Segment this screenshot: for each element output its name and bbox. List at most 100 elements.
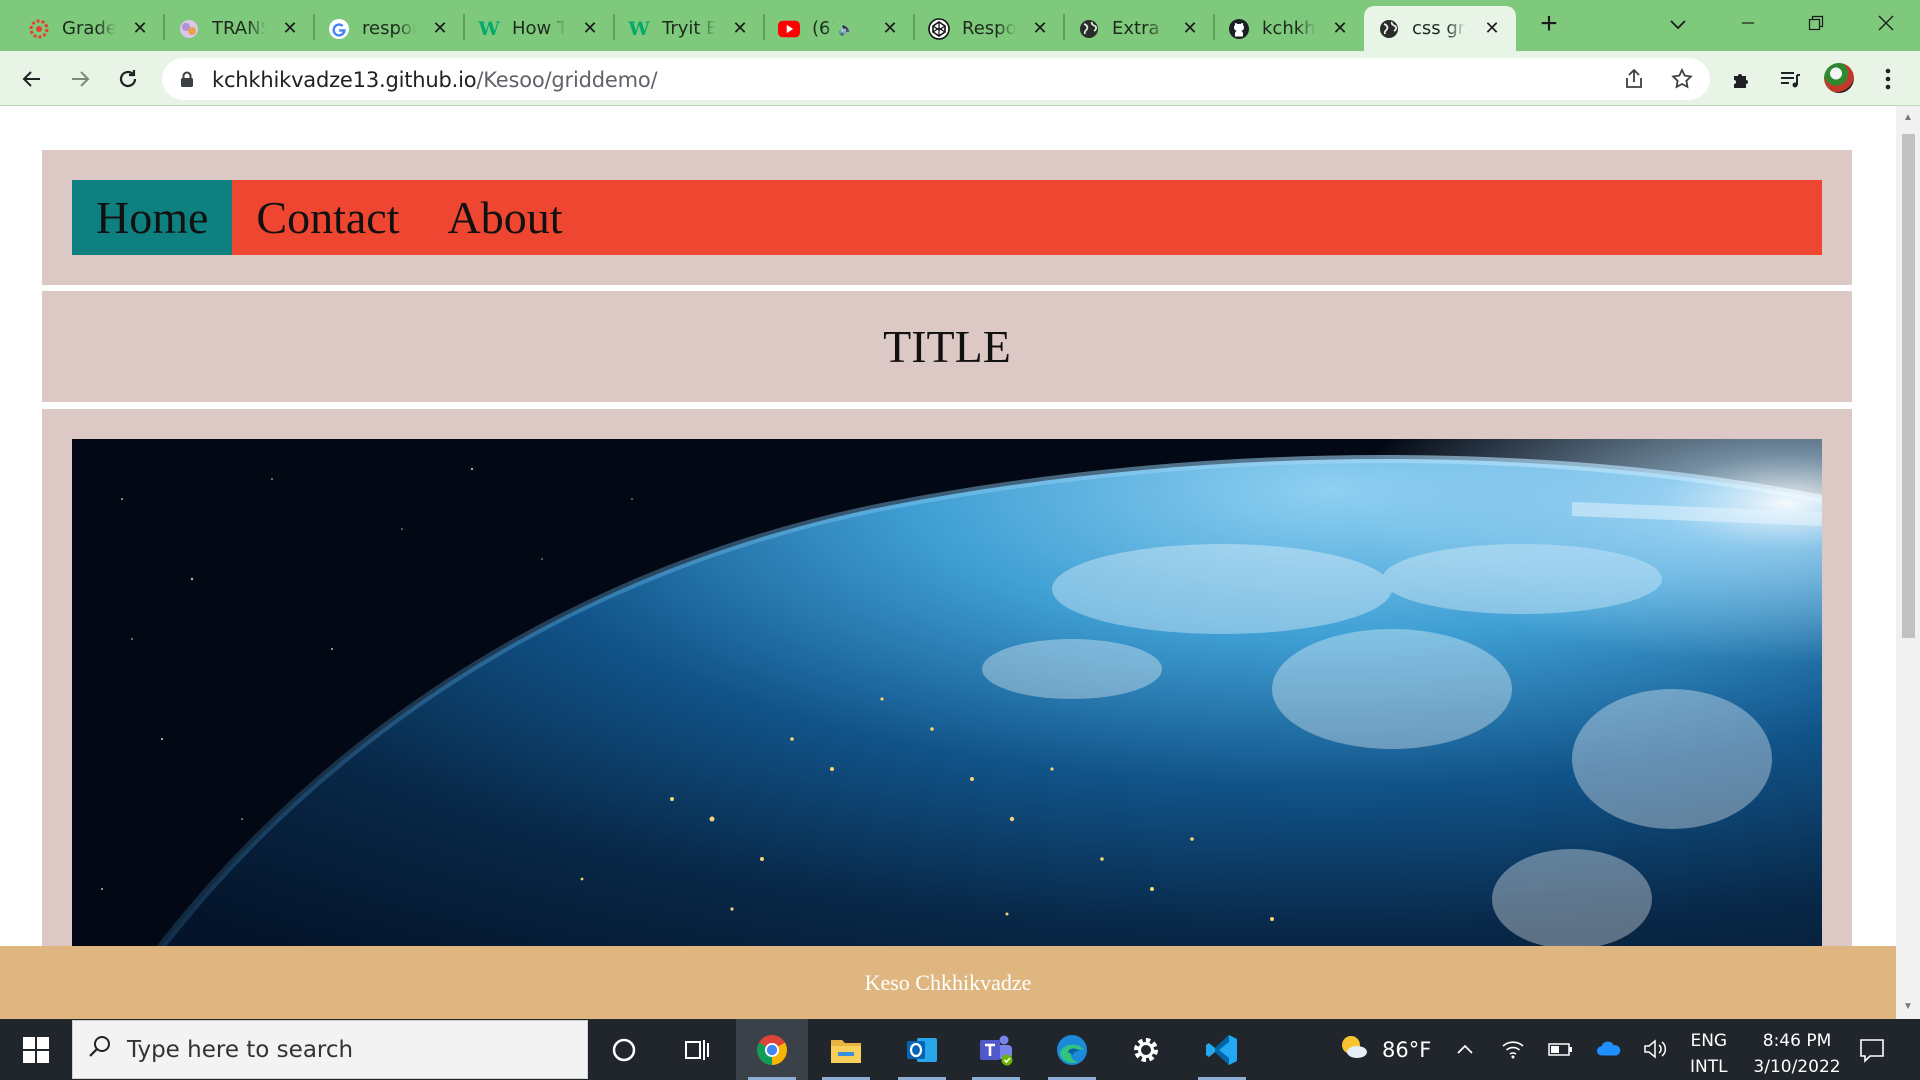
tab-tryit-editor[interactable]: W Tryit Editor ✕ [614,6,764,51]
partly-sunny-icon [1338,1033,1370,1066]
codepen-icon [928,17,950,40]
canvas-icon [28,18,50,40]
title-grid-area: TITLE [42,291,1852,402]
nav-link-home[interactable]: Home [72,180,233,255]
vscode-icon[interactable] [1186,1019,1258,1080]
profile-avatar[interactable] [1824,63,1854,93]
w3schools-icon: W [628,17,650,40]
share-icon[interactable] [1622,67,1646,91]
tab-title: Grades [62,18,116,39]
tab-search-chevron-icon[interactable] [1666,12,1690,36]
close-icon[interactable]: ✕ [880,18,900,38]
settings-gear-icon[interactable] [1110,1019,1182,1080]
tab-youtube[interactable]: (61) 🔈 ✕ [764,6,914,51]
scroll-up-arrow-icon[interactable]: ▲ [1902,112,1914,124]
tab-grades[interactable]: Grades ✕ [14,6,164,51]
media-queue-icon[interactable] [1774,63,1806,95]
extensions-puzzle-icon[interactable] [1726,63,1758,95]
weather-temperature: 86°F [1382,1037,1432,1062]
lang-code: ENG [1690,1031,1728,1051]
nav-link-about[interactable]: About [424,180,587,255]
windows-taskbar: Type here to search 86°F ENG INTL 8:46 P… [0,1019,1920,1080]
youtube-icon [778,18,800,40]
bookmark-star-icon[interactable] [1670,67,1694,91]
close-icon[interactable]: ✕ [130,18,150,38]
clock-date: 3/10/2022 [1753,1057,1841,1077]
tab-title: kchkhikvadze13 [1262,18,1316,39]
menu-kebab-icon[interactable] [1872,63,1904,95]
close-icon[interactable]: ✕ [1482,18,1502,38]
page-scrollbar[interactable]: ▲ ▼ [1896,106,1920,1019]
close-icon[interactable]: ✕ [730,18,750,38]
search-placeholder: Type here to search [127,1036,354,1063]
audio-playing-icon[interactable]: 🔈 [838,21,854,37]
forward-button[interactable] [64,63,96,95]
earth-from-space-image [72,439,1822,1019]
url-text[interactable]: kchkhikvadze13.github.io/Kesoo/griddemo/ [212,68,658,92]
close-icon[interactable]: ✕ [280,18,300,38]
scrollbar-thumb[interactable] [1902,134,1915,638]
edge-icon[interactable] [1036,1019,1108,1080]
browser-toolbar: kchkhikvadze13.github.io/Kesoo/griddemo/ [0,51,1920,106]
chrome-taskbar-icon[interactable] [736,1019,808,1080]
start-button[interactable] [0,1019,72,1080]
system-clock[interactable]: 8:46 PM 3/10/2022 [1742,1028,1852,1080]
tab-codepen[interactable]: Responsive ✕ [914,6,1064,51]
battery-icon[interactable] [1548,1036,1574,1062]
tab-strip: Grades ✕ TRANSLATE ✕ responsive ✕ W How … [0,0,1920,51]
teams-icon[interactable] [960,1019,1032,1080]
nav-grid-area: Home Contact About [42,150,1852,285]
close-icon[interactable]: ✕ [430,18,450,38]
tab-title: (61) [812,18,834,39]
notification-center-icon[interactable] [1858,1036,1886,1064]
tab-title: Responsive [962,18,1016,39]
address-bar[interactable]: kchkhikvadze13.github.io/Kesoo/griddemo/ [162,58,1710,100]
tab-extra-credit[interactable]: Extra Credit ✕ [1064,6,1214,51]
tab-google-responsive[interactable]: responsive ✕ [314,6,464,51]
tab-title: TRANSLATE [212,18,266,39]
close-icon[interactable]: ✕ [1030,18,1050,38]
tab-css-grid[interactable]: css grid ✕ [1364,6,1516,51]
tab-title: Tryit Editor [662,18,716,39]
keyboard-layout: INTL [1690,1057,1728,1077]
close-icon[interactable]: ✕ [1330,18,1350,38]
volume-icon[interactable] [1642,1036,1668,1062]
taskbar-search-box[interactable]: Type here to search [72,1020,588,1079]
google-icon [328,18,350,40]
input-language-indicator[interactable]: ENG INTL [1690,1028,1728,1080]
new-tab-button[interactable]: + [1534,9,1564,40]
page-title: TITLE [883,321,1011,372]
image-grid-area [42,409,1852,1019]
file-explorer-icon[interactable] [810,1019,882,1080]
tab-github[interactable]: kchkhikvadze13 ✕ [1214,6,1364,51]
reload-button[interactable] [112,63,144,95]
close-window-button[interactable] [1858,6,1914,40]
back-button[interactable] [16,63,48,95]
chevron-up-icon[interactable] [1452,1036,1478,1062]
tab-translate[interactable]: TRANSLATE ✕ [164,6,314,51]
tab-how-to[interactable]: W How To ✕ [464,6,614,51]
outlook-icon[interactable] [886,1019,958,1080]
page-footer: Keso Chkhikvadze [0,946,1896,1019]
cortana-button[interactable] [588,1019,660,1080]
w3schools-icon: W [478,17,500,40]
close-icon[interactable]: ✕ [580,18,600,38]
nav-link-contact[interactable]: Contact [232,180,423,255]
footer-author: Keso Chkhikvadze [864,969,1032,995]
minimize-button[interactable] [1720,6,1776,40]
restore-button[interactable] [1788,6,1844,40]
search-icon [87,1034,113,1065]
lock-icon[interactable] [180,71,194,93]
page-viewport: Home Contact About TITLE Keso Chkhikvadz… [0,106,1896,1019]
onedrive-cloud-icon[interactable] [1596,1036,1622,1062]
globe-icon [1378,18,1400,40]
weather-widget[interactable]: 86°F [1338,1019,1431,1080]
github-icon [1228,18,1250,40]
wifi-icon[interactable] [1500,1036,1526,1062]
close-icon[interactable]: ✕ [1180,18,1200,38]
url-path: /Kesoo/griddemo/ [476,68,658,92]
scroll-down-arrow-icon[interactable]: ▼ [1902,1001,1914,1013]
url-host: kchkhikvadze13.github.io [212,68,477,92]
task-view-button[interactable] [660,1019,732,1080]
tab-title: Extra Credit [1112,18,1166,39]
